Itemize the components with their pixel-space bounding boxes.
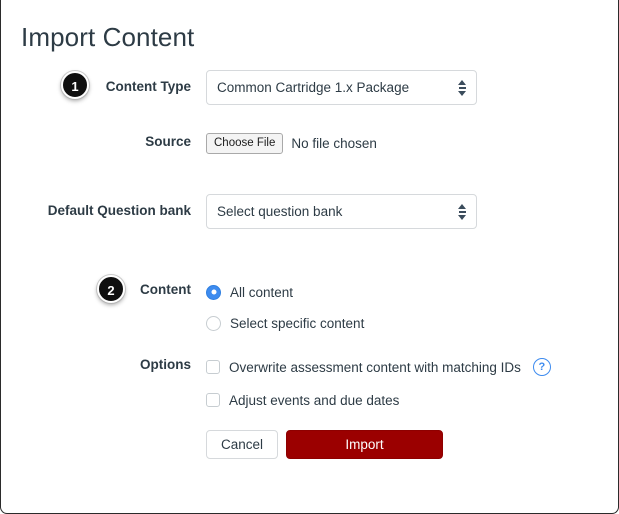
- checkbox-overwrite-assessment-input[interactable]: [206, 360, 220, 374]
- radio-select-specific-content-label: Select specific content: [230, 315, 365, 331]
- import-content-panel: Import Content 1 Content Type Common Car…: [0, 0, 619, 514]
- radio-all-content[interactable]: All content: [206, 282, 364, 302]
- question-bank-select-value: Select question bank: [217, 204, 343, 219]
- page-title: Import Content: [21, 22, 195, 52]
- step-badge-2: 2: [97, 275, 125, 303]
- help-icon[interactable]: ?: [532, 358, 551, 376]
- chevron-updown-icon: [458, 79, 467, 97]
- content-type-select-value: Common Cartridge 1.x Package: [217, 80, 410, 95]
- radio-select-specific-content[interactable]: Select specific content: [206, 313, 364, 333]
- chevron-updown-icon: [458, 203, 467, 221]
- content-label: Content: [140, 282, 191, 297]
- question-bank-label: Default Question bank: [47, 203, 191, 218]
- file-status-text: No file chosen: [291, 135, 377, 151]
- choose-file-button[interactable]: Choose File: [206, 132, 284, 154]
- step-badge-1: 1: [61, 71, 89, 99]
- form-actions: Cancel Import: [206, 430, 444, 459]
- radio-all-content-label: All content: [230, 284, 294, 300]
- checkbox-overwrite-assessment[interactable]: Overwrite assessment content with matchi…: [206, 357, 551, 377]
- checkbox-adjust-events[interactable]: Adjust events and due dates: [206, 390, 551, 410]
- checkbox-overwrite-assessment-label: Overwrite assessment content with matchi…: [229, 359, 521, 375]
- content-type-label: Content Type: [105, 79, 191, 94]
- checkbox-adjust-events-label: Adjust events and due dates: [229, 392, 400, 408]
- import-button[interactable]: Import: [286, 430, 444, 459]
- checkbox-adjust-events-input[interactable]: [206, 393, 220, 407]
- source-file-input[interactable]: Choose File No file chosen: [206, 132, 377, 154]
- source-label: Source: [145, 134, 191, 149]
- radio-all-content-input[interactable]: [206, 284, 221, 300]
- options-label: Options: [140, 357, 191, 372]
- cancel-button[interactable]: Cancel: [206, 430, 279, 459]
- radio-select-specific-content-input[interactable]: [206, 315, 221, 331]
- content-type-select[interactable]: Common Cartridge 1.x Package: [206, 70, 477, 105]
- question-bank-select[interactable]: Select question bank: [206, 194, 477, 229]
